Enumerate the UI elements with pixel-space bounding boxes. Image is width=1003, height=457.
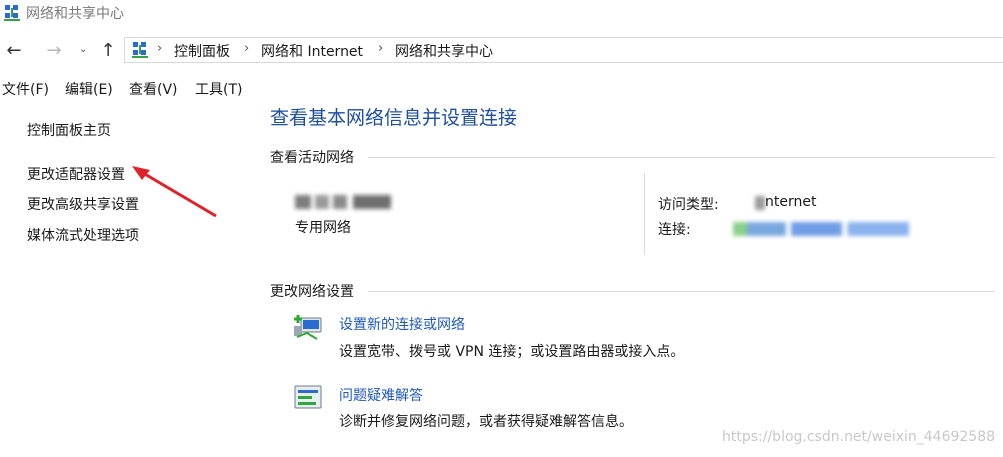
network-center-icon [4,5,20,21]
network-name-redacted [295,195,395,209]
title-bar: 网络和共享中心 [0,0,1003,26]
breadcrumb-separator: › [244,41,250,56]
breadcrumb-network-sharing-center[interactable]: 网络和共享中心 [395,41,493,61]
vertical-divider [644,173,645,255]
breadcrumb-separator: › [378,41,384,56]
watermark: https://blog.csdn.net/weixin_44692588 [722,429,996,445]
section-divider [368,157,995,158]
active-networks-label: 查看活动网络 [270,150,354,166]
menu-edit[interactable]: 编辑(E) [65,79,113,99]
new-connection-icon [294,315,322,340]
network-center-icon [132,42,148,58]
change-network-settings-label: 更改网络设置 [270,284,354,300]
access-type-redacted [755,196,765,210]
setup-new-connection-description: 设置宽带、拨号或 VPN 连接；或设置路由器或接入点。 [339,344,685,360]
network-type: 专用网络 [295,220,351,236]
recent-locations-dropdown[interactable]: ⌄ [79,44,87,55]
page-title: 查看基本网络信息并设置连接 [270,107,518,129]
sidebar-item-media-streaming[interactable]: 媒体流式处理选项 [27,225,139,245]
address-bar[interactable]: › 控制面板 › 网络和 Internet › 网络和共享中心 [124,37,1003,63]
setup-new-connection-link[interactable]: 设置新的连接或网络 [339,314,465,334]
troubleshoot-link[interactable]: 问题疑难解答 [339,385,423,405]
up-button[interactable]: ↑ [98,41,118,61]
menu-file[interactable]: 文件(F) [2,79,49,99]
window-title: 网络和共享中心 [26,6,124,22]
breadcrumb-network-internet[interactable]: 网络和 Internet [261,41,363,61]
sidebar-item-change-adapter-settings[interactable]: 更改适配器设置 [27,164,125,184]
sidebar-item-control-panel-home[interactable]: 控制面板主页 [27,120,111,140]
access-type-value: nternet [765,194,817,210]
troubleshoot-description: 诊断并修复网络问题，或者获得疑难解答信息。 [339,414,633,430]
access-type-label: 访问类型: [658,197,719,213]
sidebar-item-advanced-sharing[interactable]: 更改高级共享设置 [27,194,139,214]
menu-tools[interactable]: 工具(T) [195,79,242,99]
menu-view[interactable]: 查看(V) [129,79,178,99]
annotation-arrow [132,166,217,218]
connection-link-redacted[interactable] [733,222,909,236]
breadcrumb-separator: › [157,41,163,56]
forward-button[interactable]: → [44,41,64,61]
back-button[interactable]: ← [4,41,24,61]
connection-label: 连接: [658,222,691,238]
breadcrumb-control-panel[interactable]: 控制面板 [174,41,230,61]
troubleshoot-icon [294,385,322,409]
section-divider [368,291,995,292]
